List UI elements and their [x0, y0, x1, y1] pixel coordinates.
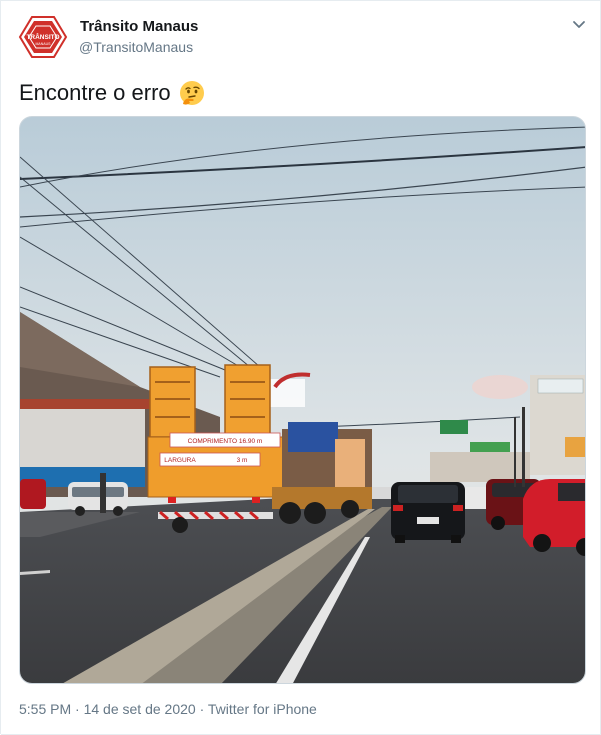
tweet-card: TRÂNSITO MANAUS Trânsito Manaus @Transit…: [0, 0, 601, 735]
tweet-time[interactable]: 5:55 PM: [19, 701, 71, 717]
tweet-text: Encontre o erro: [19, 80, 205, 106]
tweet-source[interactable]: Twitter for iPhone: [208, 701, 317, 717]
meta-separator: ·: [195, 701, 208, 717]
tweet-date[interactable]: 14 de set de 2020: [84, 701, 196, 717]
meta-separator: ·: [71, 701, 84, 717]
sign-largura-value: 3 m: [237, 457, 248, 464]
thinking-face-icon: [179, 81, 204, 105]
tweet-metadata: 5:55 PM · 14 de set de 2020 · Twitter fo…: [19, 701, 317, 717]
chevron-down-icon[interactable]: [570, 15, 588, 33]
tweet-text-content: Encontre o erro: [19, 80, 171, 105]
author-handle[interactable]: @TransitoManaus: [79, 39, 193, 55]
sign-comprimento: COMPRIMENTO 16.90 m: [188, 438, 263, 445]
author-name[interactable]: Trânsito Manaus: [80, 18, 198, 35]
sign-largura: LARGURA: [164, 457, 196, 464]
avatar-logo-subtext: MANAUS: [36, 42, 52, 46]
tweet-photo[interactable]: COMPRIMENTO 16.90 m LARGURA 3 m: [19, 116, 586, 684]
avatar-logo-text: TRÂNSITO: [26, 32, 59, 41]
avatar[interactable]: TRÂNSITO MANAUS: [18, 15, 68, 59]
